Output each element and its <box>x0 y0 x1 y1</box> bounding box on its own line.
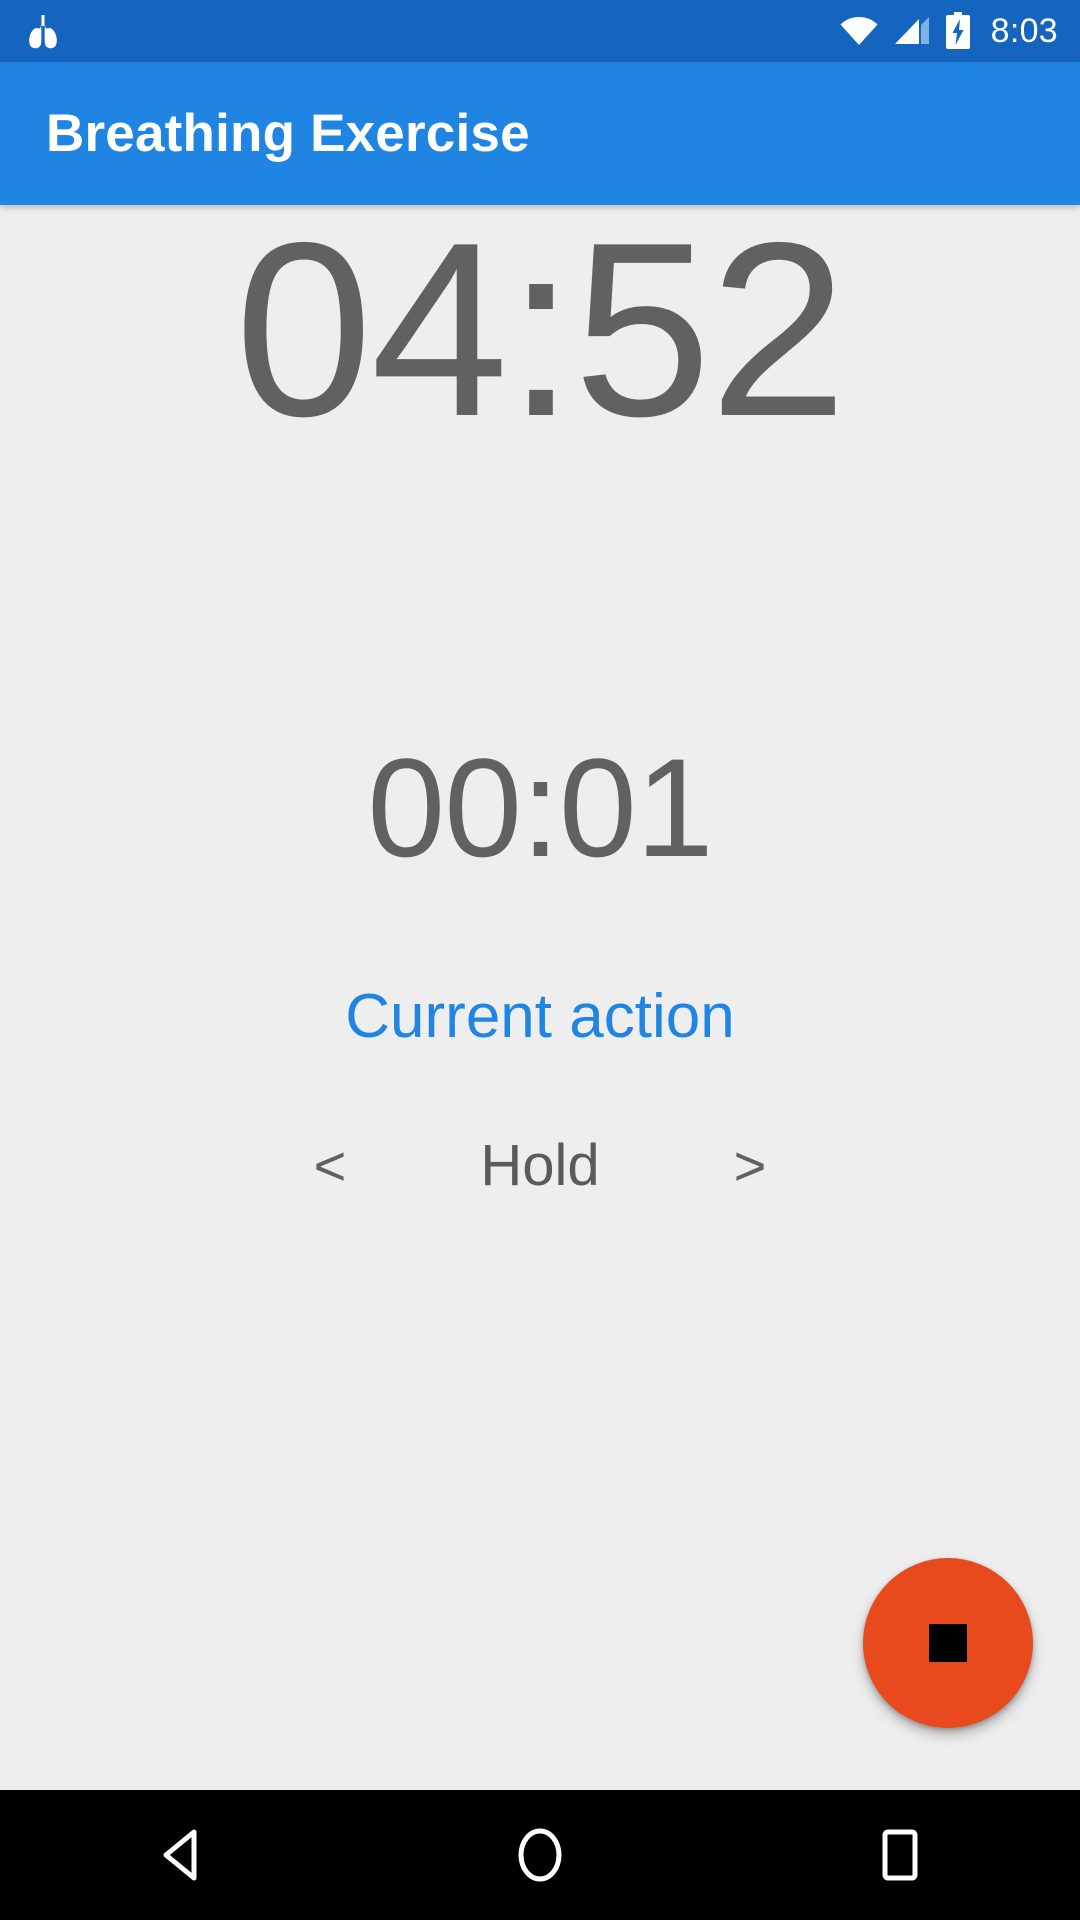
status-bar-right: 8:03 <box>839 12 1058 50</box>
current-action-label: Current action <box>345 982 735 1051</box>
nav-back-button[interactable] <box>90 1790 270 1920</box>
previous-action-button[interactable]: < <box>270 1138 390 1194</box>
home-circle-icon <box>514 1827 566 1883</box>
status-bar-left <box>22 12 64 50</box>
total-timer: 04:52 <box>234 190 848 468</box>
system-navigation-bar <box>0 1790 1080 1920</box>
stop-square-icon <box>929 1624 967 1662</box>
next-action-button[interactable]: > <box>690 1138 810 1194</box>
stop-fab-button[interactable] <box>863 1558 1033 1728</box>
status-bar: 8:03 <box>0 0 1080 62</box>
status-bar-clock: 8:03 <box>990 12 1058 50</box>
wifi-full-icon <box>839 16 879 46</box>
back-triangle-icon <box>156 1828 204 1882</box>
nav-recents-button[interactable] <box>810 1790 990 1920</box>
battery-charging-icon <box>945 12 971 50</box>
page-title: Breathing Exercise <box>46 104 530 163</box>
phone-screen: 8:03 Breathing Exercise 04:52 00:01 Curr… <box>0 0 1080 1920</box>
action-name: Hold <box>480 1133 600 1198</box>
nav-home-button[interactable] <box>450 1790 630 1920</box>
app-bar: Breathing Exercise <box>0 62 1080 205</box>
step-timer: 00:01 <box>367 729 713 886</box>
action-selector-row: < Hold > <box>0 1118 1080 1214</box>
lungs-icon <box>22 12 64 50</box>
recents-square-icon <box>877 1828 923 1882</box>
cellular-signal-partial-icon <box>893 16 931 46</box>
